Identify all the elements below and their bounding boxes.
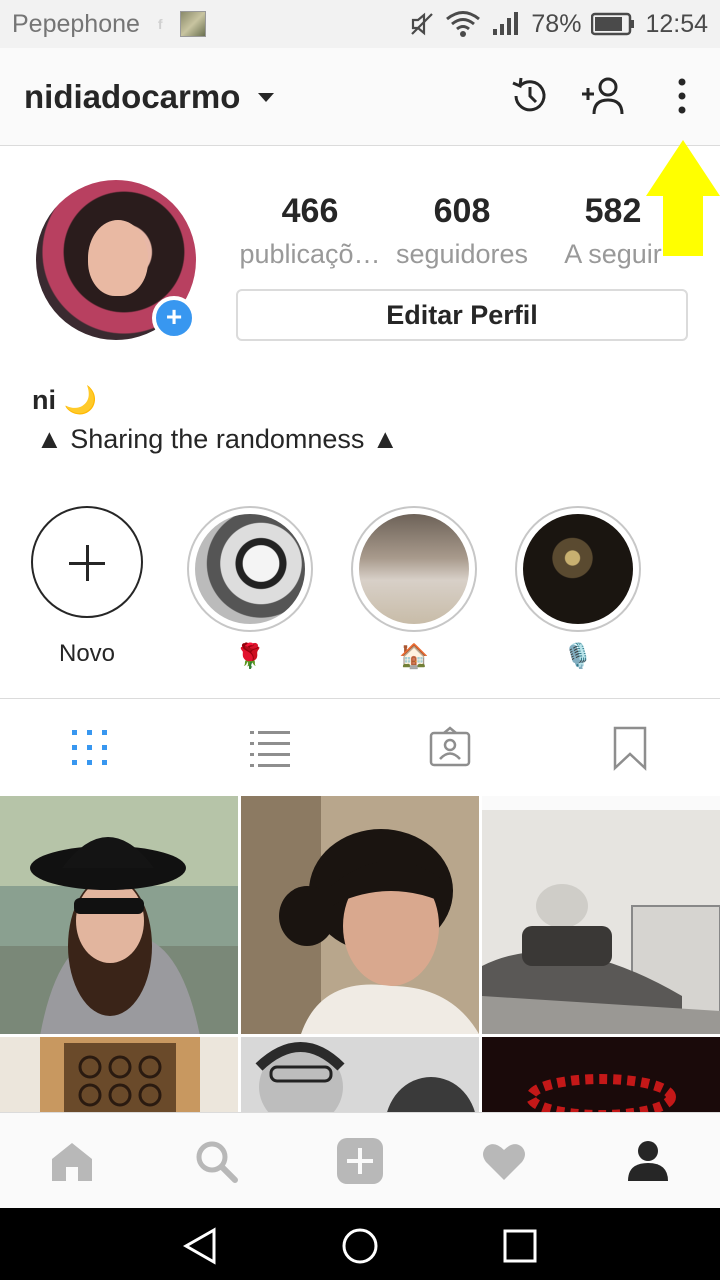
highlight-label: 🏠	[399, 643, 429, 670]
battery-percentage: 78%	[531, 9, 582, 38]
profile-display-name: ni 🌙	[32, 385, 98, 415]
battery-icon	[591, 12, 635, 36]
list-icon[interactable]	[246, 724, 294, 772]
post-thumbnail[interactable]	[482, 1037, 720, 1112]
post-thumbnail[interactable]	[0, 1037, 238, 1112]
photo-notification-icon	[179, 11, 206, 37]
archive-history-icon[interactable]	[508, 74, 552, 118]
highlight-item[interactable]: 🌹	[187, 506, 313, 671]
profile-bio: ▲ Sharing the randomness ▲	[36, 424, 399, 454]
home-circle-icon[interactable]	[340, 1226, 380, 1266]
add-post-icon[interactable]	[336, 1137, 384, 1185]
post-thumbnail[interactable]	[0, 796, 238, 1034]
followers-count: 608	[433, 192, 491, 230]
back-icon[interactable]	[180, 1226, 220, 1266]
facebook-notification-icon: f	[157, 16, 163, 32]
highlight-cover	[359, 514, 469, 624]
activity-heart-icon[interactable]	[480, 1137, 528, 1185]
mute-icon	[411, 12, 434, 36]
system-navigation-bar	[0, 1208, 720, 1280]
highlight-label: 🌹	[235, 643, 265, 670]
grid-icon[interactable]	[66, 724, 114, 772]
search-icon[interactable]	[192, 1137, 240, 1185]
avatar-face	[88, 220, 148, 296]
following-stat[interactable]: 582 A seguir	[552, 192, 674, 270]
clock: 12:54	[645, 9, 708, 38]
followers-stat[interactable]: 608 seguidores	[390, 192, 534, 270]
highlight-cover	[523, 514, 633, 624]
photo-grid	[0, 796, 720, 1112]
status-bar: Pepephone f 78% 12:54	[0, 0, 720, 48]
following-count: 582	[584, 192, 642, 230]
home-icon[interactable]	[48, 1137, 96, 1185]
profile-header: nidiadocarmo	[0, 48, 720, 146]
post-thumbnail[interactable]	[241, 1037, 479, 1112]
highlight-label: Novo	[58, 640, 116, 667]
highlight-label: 🎙️	[563, 643, 593, 670]
post-thumbnail[interactable]	[482, 796, 720, 1034]
highlight-cover	[195, 514, 305, 624]
highlight-ring	[351, 506, 477, 632]
tagged-icon[interactable]	[426, 724, 474, 772]
highlight-item[interactable]: 🎙️	[515, 506, 641, 671]
add-story-button[interactable]: +	[152, 296, 196, 340]
wifi-icon	[446, 11, 481, 37]
posts-stat[interactable]: 466 publicaçõ…	[236, 192, 384, 270]
recents-square-icon[interactable]	[500, 1226, 540, 1266]
profile-view-tabs	[0, 700, 720, 796]
signal-icon	[493, 12, 519, 35]
chevron-down-icon	[258, 92, 275, 102]
highlight-ring	[515, 506, 641, 632]
profile-icon[interactable]	[624, 1137, 672, 1185]
post-thumbnail[interactable]	[241, 796, 479, 1034]
more-vertical-icon[interactable]	[660, 74, 704, 118]
new-highlight-ring	[31, 506, 143, 618]
account-switcher[interactable]: nidiadocarmo	[24, 78, 275, 116]
following-label: A seguir	[564, 239, 662, 269]
section-divider	[0, 698, 720, 699]
username-label: nidiadocarmo	[24, 78, 241, 115]
highlight-item[interactable]: 🏠	[351, 506, 477, 671]
bottom-navigation	[0, 1112, 720, 1208]
posts-label: publicaçõ…	[239, 239, 381, 269]
edit-profile-button[interactable]: Editar Perfil	[236, 289, 688, 341]
highlight-new[interactable]: Novo	[24, 506, 150, 668]
carrier-name: Pepephone	[12, 9, 140, 38]
posts-count: 466	[281, 192, 339, 230]
add-person-icon[interactable]	[580, 74, 628, 118]
followers-label: seguidores	[395, 239, 529, 269]
saved-icon[interactable]	[606, 724, 654, 772]
highlight-ring	[187, 506, 313, 632]
